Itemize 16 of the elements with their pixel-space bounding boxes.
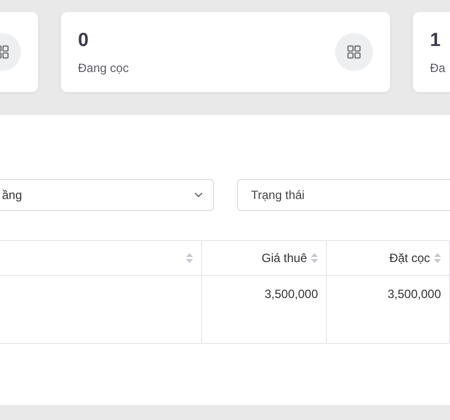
column-header[interactable] (0, 241, 202, 276)
chevron-down-icon (194, 192, 203, 198)
floor-select[interactable]: ầng (0, 179, 214, 211)
grid-icon (347, 45, 361, 59)
table-cell: 3,500,000 (327, 276, 450, 343)
table-cell: 3,500,000 (202, 276, 327, 343)
stat-label: Đang cọc (78, 60, 129, 74)
sort-icon[interactable] (434, 253, 441, 263)
stat-value: 1 (430, 30, 442, 52)
sort-icon[interactable] (186, 253, 193, 263)
sort-icon[interactable] (311, 253, 318, 263)
status-field[interactable]: Trạng thái (237, 179, 450, 211)
stat-label: Đa (430, 60, 446, 74)
stat-value: 0 (78, 30, 90, 52)
column-header[interactable]: Giá thuê (202, 241, 327, 276)
column-header[interactable]: Đặt cọc (327, 241, 450, 276)
